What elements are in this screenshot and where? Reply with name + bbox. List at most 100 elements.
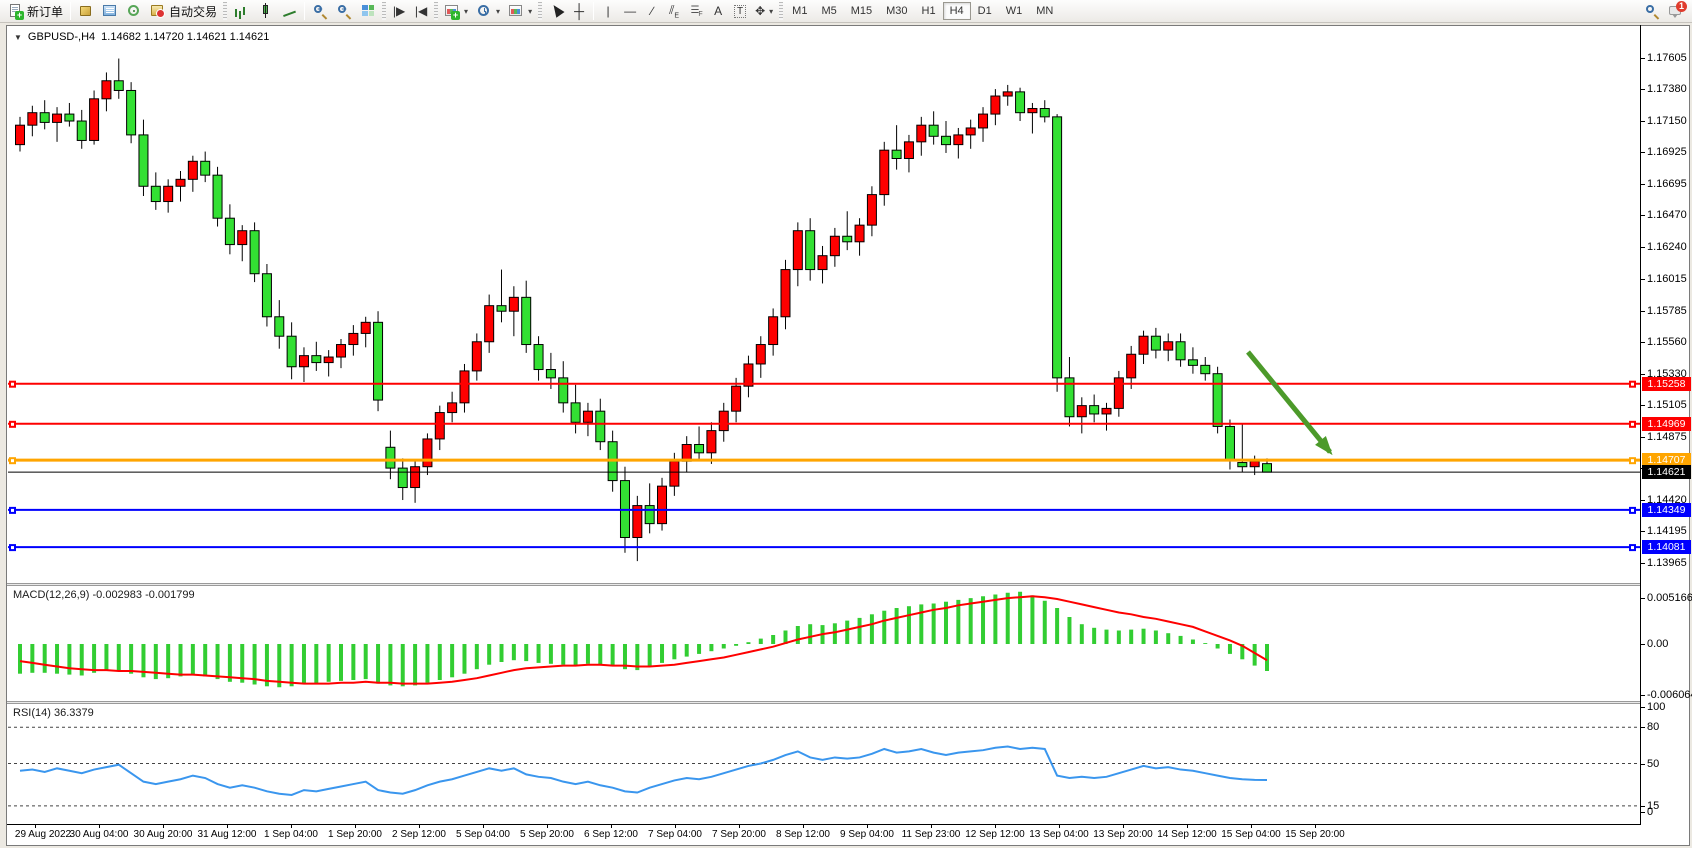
zoom-in-button[interactable]: + — [308, 1, 332, 21]
horizontal-line-button[interactable]: — — [619, 1, 641, 21]
price-tick-label: 1.14875 — [1647, 431, 1687, 443]
price-tick-label: 1.16925 — [1647, 146, 1687, 158]
timeframe-m5-button[interactable]: M5 — [814, 2, 843, 20]
macd-panel-splitter[interactable] — [7, 583, 1640, 586]
price-tick-label: 1.17380 — [1647, 83, 1687, 95]
timeframe-group: M1M5M15M30H1H4D1W1MN — [785, 2, 1060, 20]
candle-body — [682, 444, 691, 461]
toolbar-separator — [304, 2, 305, 20]
text-button[interactable]: A — [707, 1, 729, 21]
price-tick-mark — [1641, 563, 1645, 564]
fibonacci-button[interactable]: ☰F — [685, 1, 707, 21]
time-axis-border — [7, 824, 1641, 825]
step-back-button[interactable]: |◀ — [410, 1, 432, 21]
price-tick-label: 1.16695 — [1647, 178, 1687, 190]
candle-body — [1176, 342, 1185, 360]
line-chart-button[interactable] — [277, 1, 301, 21]
candle-body — [164, 186, 173, 201]
candle-body — [411, 467, 420, 488]
equidistant-channel-button[interactable]: ⫽E — [663, 1, 685, 21]
notification-badge: 1 — [1676, 1, 1687, 12]
support-blue-1-handle-dot — [11, 509, 14, 512]
signal-button[interactable] — [122, 1, 146, 21]
trendline-button[interactable]: ∕ — [641, 1, 663, 21]
zoom-out-button[interactable]: − — [332, 1, 356, 21]
timeframe-h4-button[interactable]: H4 — [943, 2, 971, 20]
timeframe-m15-button[interactable]: M15 — [844, 2, 879, 20]
candle-body — [571, 403, 580, 422]
arrows-button[interactable]: ✥ ▾ — [751, 1, 777, 21]
vertical-line-button[interactable]: | — [597, 1, 619, 21]
equidistant-channel-icon: ⫽E — [669, 3, 679, 19]
chevron-down-icon: ▾ — [528, 7, 532, 16]
chart-canvas[interactable] — [0, 0, 1692, 848]
candle-body — [1003, 92, 1012, 96]
support-blue-1-handle-dot — [1631, 509, 1634, 512]
candle-body — [818, 256, 827, 270]
support-blue-2-price-flag: 1.14081 — [1642, 540, 1691, 554]
bar-chart-button[interactable] — [229, 1, 253, 21]
resistance-2-handle-dot — [11, 423, 14, 426]
candle-body — [546, 370, 555, 378]
price-tick-mark — [1641, 342, 1645, 343]
candle-body — [559, 378, 568, 403]
time-tick-mark — [99, 825, 100, 828]
terminal-button[interactable] — [98, 1, 122, 21]
auto-trading-button[interactable]: 自动交易 — [146, 1, 221, 21]
price-tick-label: 1.15105 — [1647, 399, 1687, 411]
tile-windows-button[interactable] — [356, 1, 380, 21]
timeframe-d1-button[interactable]: D1 — [971, 2, 999, 20]
candle-body — [485, 306, 494, 342]
step-back-icon: |◀ — [415, 4, 427, 18]
cursor-button[interactable] — [544, 1, 568, 21]
text-label-button[interactable]: T — [729, 1, 751, 21]
down-arrow-annotation[interactable] — [1248, 352, 1330, 452]
chevron-down-icon[interactable]: ▼ — [14, 33, 22, 42]
time-tick-label: 15 Sep 20:00 — [1275, 829, 1355, 840]
new-order-button[interactable]: + 新订单 — [4, 1, 67, 21]
resistance-1-price-flag: 1.15258 — [1642, 377, 1691, 391]
rsi-panel-splitter[interactable] — [7, 701, 1640, 704]
timeframe-m1-button[interactable]: M1 — [785, 2, 814, 20]
bar-chart-icon — [233, 3, 249, 19]
timeframe-h1-button[interactable]: H1 — [915, 2, 943, 20]
timeframe-w1-button[interactable]: W1 — [999, 2, 1030, 20]
symbol-label: GBPUSD-,H4 — [28, 31, 95, 43]
timeframe-mn-button[interactable]: MN — [1029, 2, 1060, 20]
notifications-button[interactable]: 1 — [1664, 1, 1688, 21]
period-button[interactable]: ▾ — [472, 1, 504, 21]
candlestick-chart-button[interactable] — [253, 1, 277, 21]
candle-body — [114, 81, 123, 91]
rsi-label: RSI(14) 36.3379 — [13, 707, 94, 719]
crosshair-button[interactable]: ┼ — [568, 1, 590, 21]
candle-body — [102, 81, 111, 99]
candle-body — [361, 322, 370, 333]
indicators-icon: + — [444, 3, 460, 19]
candle-body — [337, 345, 346, 357]
candle-body — [1102, 408, 1111, 414]
rsi-tick-mark — [1641, 764, 1645, 765]
step-forward-icon: |▶ — [393, 4, 405, 18]
chart-title: ▼ GBPUSD-,H4 1.14682 1.14720 1.14621 1.1… — [14, 31, 269, 43]
price-tick-label: 1.15560 — [1647, 336, 1687, 348]
candle-body — [917, 125, 926, 142]
candle-body — [670, 461, 679, 486]
macd-tick-label: 0.005166 — [1647, 592, 1692, 604]
crosshair-icon: ┼ — [574, 4, 584, 18]
template-button[interactable]: ▾ — [504, 1, 536, 21]
time-tick-mark — [1059, 825, 1060, 828]
price-tick-mark — [1641, 531, 1645, 532]
price-axis-border — [1640, 25, 1641, 825]
package-button[interactable] — [74, 1, 98, 21]
step-forward-button[interactable]: |▶ — [388, 1, 410, 21]
indicators-button[interactable]: + ▾ — [440, 1, 472, 21]
candle-body — [90, 99, 99, 141]
candle-body — [77, 121, 86, 140]
price-tick-label: 1.16240 — [1647, 241, 1687, 253]
search-button[interactable] — [1640, 1, 1664, 21]
candle-body — [151, 186, 160, 201]
timeframe-m30-button[interactable]: M30 — [879, 2, 914, 20]
candle-body — [966, 128, 975, 135]
rsi-tick-label: 100 — [1647, 701, 1665, 713]
macd-tick-label: 0.00 — [1647, 638, 1668, 650]
